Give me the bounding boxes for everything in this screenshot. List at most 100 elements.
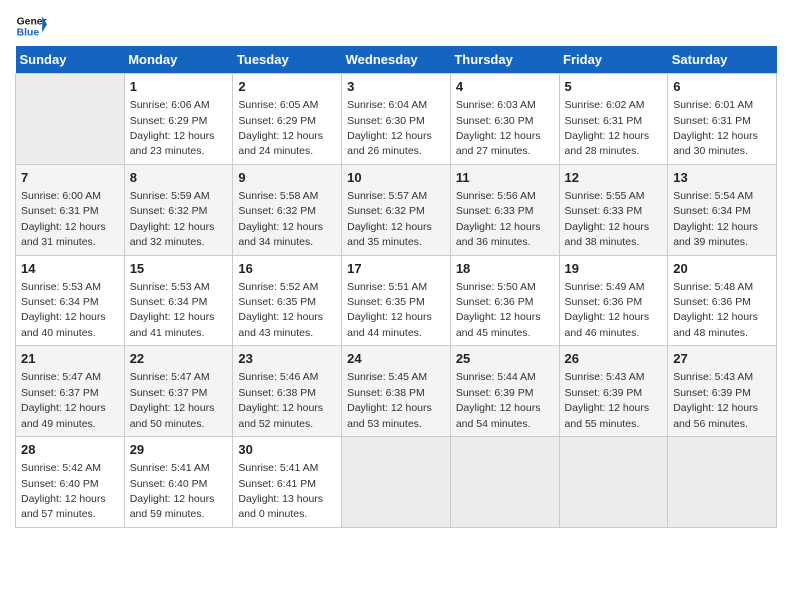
day-detail: Sunrise: 6:02 AM Sunset: 6:31 PM Dayligh…	[565, 99, 650, 157]
page-container: General Blue SundayMondayTuesdayWednesda…	[15, 10, 777, 528]
day-cell	[668, 437, 777, 528]
header-cell-sunday: Sunday	[16, 46, 125, 74]
header-cell-friday: Friday	[559, 46, 668, 74]
day-number: 25	[456, 350, 554, 368]
day-detail: Sunrise: 5:43 AM Sunset: 6:39 PM Dayligh…	[673, 371, 758, 429]
day-number: 9	[238, 169, 336, 187]
day-number: 6	[673, 78, 771, 96]
day-cell: 13 Sunrise: 5:54 AM Sunset: 6:34 PM Dayli…	[668, 164, 777, 255]
day-cell: 3Sunrise: 6:04 AM Sunset: 6:30 PM Daylig…	[342, 74, 451, 165]
header-cell-thursday: Thursday	[450, 46, 559, 74]
day-cell: 9 Sunrise: 5:58 AM Sunset: 6:32 PM Daylig…	[233, 164, 342, 255]
header-row: SundayMondayTuesdayWednesdayThursdayFrid…	[16, 46, 777, 74]
day-cell: 4Sunrise: 6:03 AM Sunset: 6:30 PM Daylig…	[450, 74, 559, 165]
day-detail: Sunrise: 5:47 AM Sunset: 6:37 PM Dayligh…	[130, 371, 215, 429]
day-number: 28	[21, 441, 119, 459]
day-cell: 17 Sunrise: 5:51 AM Sunset: 6:35 PM Dayli…	[342, 255, 451, 346]
day-cell: 5 Sunrise: 6:02 AM Sunset: 6:31 PM Daylig…	[559, 74, 668, 165]
header-cell-tuesday: Tuesday	[233, 46, 342, 74]
day-detail: Sunrise: 5:45 AM Sunset: 6:38 PM Dayligh…	[347, 371, 432, 429]
day-number: 12	[565, 169, 663, 187]
day-detail: Sunrise: 5:41 AM Sunset: 6:40 PM Dayligh…	[130, 462, 215, 520]
day-number: 18	[456, 260, 554, 278]
day-cell: 25Sunrise: 5:44 AM Sunset: 6:39 PM Dayli…	[450, 346, 559, 437]
day-number: 26	[565, 350, 663, 368]
day-number: 19	[565, 260, 663, 278]
day-detail: Sunrise: 5:42 AM Sunset: 6:40 PM Dayligh…	[21, 462, 106, 520]
day-detail: Sunrise: 5:52 AM Sunset: 6:35 PM Dayligh…	[238, 281, 323, 339]
day-number: 29	[130, 441, 228, 459]
day-detail: Sunrise: 5:50 AM Sunset: 6:36 PM Dayligh…	[456, 281, 541, 339]
day-number: 20	[673, 260, 771, 278]
header-cell-monday: Monday	[124, 46, 233, 74]
week-row-5: 28 Sunrise: 5:42 AM Sunset: 6:40 PM Dayli…	[16, 437, 777, 528]
day-cell: 26 Sunrise: 5:43 AM Sunset: 6:39 PM Dayli…	[559, 346, 668, 437]
day-detail: Sunrise: 6:00 AM Sunset: 6:31 PM Dayligh…	[21, 190, 106, 248]
calendar-table: SundayMondayTuesdayWednesdayThursdayFrid…	[15, 46, 777, 528]
day-detail: Sunrise: 5:54 AM Sunset: 6:34 PM Dayligh…	[673, 190, 758, 248]
day-detail: Sunrise: 5:58 AM Sunset: 6:32 PM Dayligh…	[238, 190, 323, 248]
day-number: 17	[347, 260, 445, 278]
day-cell: 7 Sunrise: 6:00 AM Sunset: 6:31 PM Daylig…	[16, 164, 125, 255]
day-cell: 29 Sunrise: 5:41 AM Sunset: 6:40 PM Dayli…	[124, 437, 233, 528]
day-cell: 1Sunrise: 6:06 AM Sunset: 6:29 PM Daylig…	[124, 74, 233, 165]
day-number: 30	[238, 441, 336, 459]
week-row-1: 1Sunrise: 6:06 AM Sunset: 6:29 PM Daylig…	[16, 74, 777, 165]
day-detail: Sunrise: 5:48 AM Sunset: 6:36 PM Dayligh…	[673, 281, 758, 339]
day-number: 21	[21, 350, 119, 368]
week-row-4: 21 Sunrise: 5:47 AM Sunset: 6:37 PM Dayli…	[16, 346, 777, 437]
svg-text:Blue: Blue	[17, 28, 40, 39]
day-cell: 11 Sunrise: 5:56 AM Sunset: 6:33 PM Dayli…	[450, 164, 559, 255]
day-detail: Sunrise: 5:57 AM Sunset: 6:32 PM Dayligh…	[347, 190, 432, 248]
day-cell: 30 Sunrise: 5:41 AM Sunset: 6:41 PM Dayli…	[233, 437, 342, 528]
week-row-2: 7 Sunrise: 6:00 AM Sunset: 6:31 PM Daylig…	[16, 164, 777, 255]
calendar-body: 1Sunrise: 6:06 AM Sunset: 6:29 PM Daylig…	[16, 74, 777, 528]
day-detail: Sunrise: 5:43 AM Sunset: 6:39 PM Dayligh…	[565, 371, 650, 429]
day-detail: Sunrise: 5:51 AM Sunset: 6:35 PM Dayligh…	[347, 281, 432, 339]
day-number: 5	[565, 78, 663, 96]
day-number: 15	[130, 260, 228, 278]
day-detail: Sunrise: 5:53 AM Sunset: 6:34 PM Dayligh…	[130, 281, 215, 339]
day-number: 10	[347, 169, 445, 187]
day-cell: 21 Sunrise: 5:47 AM Sunset: 6:37 PM Dayli…	[16, 346, 125, 437]
day-cell: 24 Sunrise: 5:45 AM Sunset: 6:38 PM Dayli…	[342, 346, 451, 437]
day-number: 7	[21, 169, 119, 187]
day-number: 22	[130, 350, 228, 368]
day-detail: Sunrise: 5:41 AM Sunset: 6:41 PM Dayligh…	[238, 462, 323, 520]
header: General Blue	[15, 10, 777, 42]
day-detail: Sunrise: 6:03 AM Sunset: 6:30 PM Dayligh…	[456, 99, 541, 157]
day-cell: 14 Sunrise: 5:53 AM Sunset: 6:34 PM Dayli…	[16, 255, 125, 346]
header-cell-wednesday: Wednesday	[342, 46, 451, 74]
day-cell: 23 Sunrise: 5:46 AM Sunset: 6:38 PM Dayli…	[233, 346, 342, 437]
calendar-header: SundayMondayTuesdayWednesdayThursdayFrid…	[16, 46, 777, 74]
day-number: 13	[673, 169, 771, 187]
day-number: 23	[238, 350, 336, 368]
day-detail: Sunrise: 5:55 AM Sunset: 6:33 PM Dayligh…	[565, 190, 650, 248]
day-number: 14	[21, 260, 119, 278]
day-cell	[450, 437, 559, 528]
day-detail: Sunrise: 5:53 AM Sunset: 6:34 PM Dayligh…	[21, 281, 106, 339]
day-detail: Sunrise: 6:04 AM Sunset: 6:30 PM Dayligh…	[347, 99, 432, 157]
logo: General Blue	[15, 10, 47, 42]
day-detail: Sunrise: 6:05 AM Sunset: 6:29 PM Dayligh…	[238, 99, 323, 157]
day-cell: 10 Sunrise: 5:57 AM Sunset: 6:32 PM Dayli…	[342, 164, 451, 255]
day-cell: 19 Sunrise: 5:49 AM Sunset: 6:36 PM Dayli…	[559, 255, 668, 346]
day-cell: 8Sunrise: 5:59 AM Sunset: 6:32 PM Daylig…	[124, 164, 233, 255]
day-cell: 15 Sunrise: 5:53 AM Sunset: 6:34 PM Dayli…	[124, 255, 233, 346]
day-cell: 22 Sunrise: 5:47 AM Sunset: 6:37 PM Dayli…	[124, 346, 233, 437]
day-detail: Sunrise: 5:46 AM Sunset: 6:38 PM Dayligh…	[238, 371, 323, 429]
day-cell: 20 Sunrise: 5:48 AM Sunset: 6:36 PM Dayli…	[668, 255, 777, 346]
day-number: 27	[673, 350, 771, 368]
day-detail: Sunrise: 6:06 AM Sunset: 6:29 PM Dayligh…	[130, 99, 215, 157]
day-number: 11	[456, 169, 554, 187]
day-detail: Sunrise: 5:47 AM Sunset: 6:37 PM Dayligh…	[21, 371, 106, 429]
header-cell-saturday: Saturday	[668, 46, 777, 74]
day-cell: 27 Sunrise: 5:43 AM Sunset: 6:39 PM Dayli…	[668, 346, 777, 437]
day-number: 16	[238, 260, 336, 278]
week-row-3: 14 Sunrise: 5:53 AM Sunset: 6:34 PM Dayli…	[16, 255, 777, 346]
day-detail: Sunrise: 6:01 AM Sunset: 6:31 PM Dayligh…	[673, 99, 758, 157]
day-cell: 18 Sunrise: 5:50 AM Sunset: 6:36 PM Dayli…	[450, 255, 559, 346]
day-detail: Sunrise: 5:49 AM Sunset: 6:36 PM Dayligh…	[565, 281, 650, 339]
day-detail: Sunrise: 5:56 AM Sunset: 6:33 PM Dayligh…	[456, 190, 541, 248]
day-number: 24	[347, 350, 445, 368]
